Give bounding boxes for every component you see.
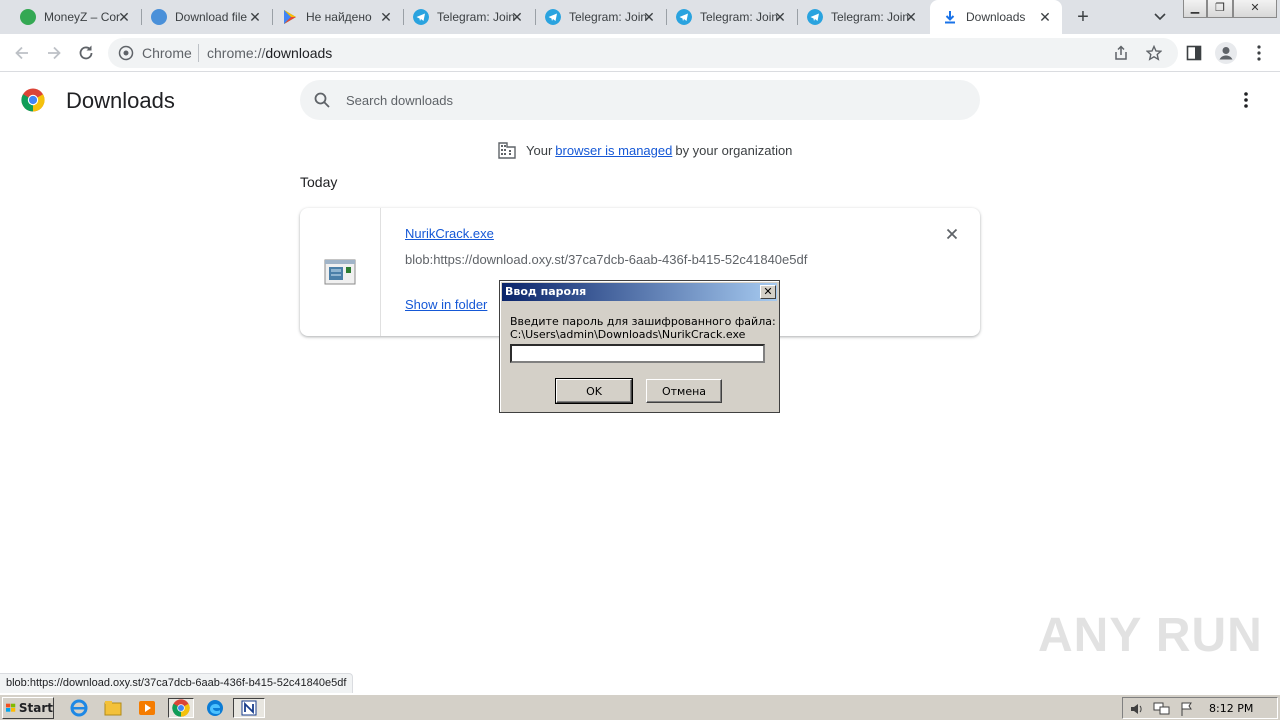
moneyz-icon: [20, 9, 36, 25]
tab-telegram-2[interactable]: Telegram: Join ✕: [525, 0, 666, 34]
download-site-icon: [151, 9, 167, 25]
search-downloads-box[interactable]: [300, 80, 980, 120]
telegram-icon: [545, 9, 561, 25]
tab-title: MoneyZ – Cor: [44, 10, 121, 24]
managed-suffix: by your organization: [675, 142, 793, 158]
internet-explorer-icon[interactable]: [68, 698, 90, 718]
managed-notice: Your browser is managed by your organiza…: [498, 141, 792, 159]
chrome-taskbar-icon: [172, 699, 190, 717]
volume-icon[interactable]: [1129, 701, 1145, 717]
site-label: Chrome: [142, 45, 192, 61]
close-window-button[interactable]: ✕: [1233, 0, 1277, 18]
side-panel-icon[interactable]: [1186, 45, 1202, 61]
file-icon-column: [300, 208, 381, 336]
browser-toolbar: Chrome chrome://downloads: [0, 34, 1280, 72]
system-tray: 8:12 PM: [1122, 697, 1278, 719]
telegram-icon: [807, 9, 823, 25]
tab-close-icon[interactable]: ✕: [642, 10, 656, 24]
file-explorer-icon[interactable]: [102, 698, 124, 718]
tab-download-file[interactable]: Download file ✕: [131, 0, 272, 34]
action-center-flag-icon[interactable]: [1179, 701, 1195, 717]
date-section-heading: Today: [300, 174, 338, 190]
link-status-bubble: blob:https://download.oxy.st/37ca7dcb-6a…: [0, 673, 354, 693]
minimize-button[interactable]: ▁: [1183, 0, 1207, 18]
dialog-message: Введите пароль для зашифрованного файла:…: [510, 315, 776, 341]
reload-icon[interactable]: [76, 43, 96, 63]
tab-strip: MoneyZ – Cor ✕ Download file ✕ Не найден…: [0, 0, 1280, 34]
dialog-message-line1: Введите пароль для зашифрованного файла:: [510, 315, 776, 328]
password-input[interactable]: [510, 344, 765, 363]
tab-close-icon[interactable]: ✕: [904, 10, 918, 24]
anyrun-watermark: ANY RUN: [1038, 609, 1263, 662]
edge-icon[interactable]: [204, 698, 226, 718]
media-player-icon[interactable]: [136, 698, 158, 718]
tab-title: Не найдено: [306, 10, 372, 24]
tab-close-icon[interactable]: ✕: [248, 10, 262, 24]
windows-taskbar: Start 8:12 PM: [0, 694, 1280, 720]
start-button[interactable]: Start: [2, 697, 54, 719]
browser-managed-link[interactable]: browser is managed: [555, 143, 672, 158]
taskbar-password-app-button[interactable]: [233, 698, 265, 718]
tab-close-icon[interactable]: ✕: [1038, 10, 1052, 24]
remove-download-icon[interactable]: [944, 226, 960, 242]
password-dialog: Ввод пароля ✕ Введите пароль для зашифро…: [499, 280, 780, 413]
search-icon: [314, 92, 330, 108]
tab-downloads[interactable]: Downloads ✕: [930, 0, 1062, 34]
more-actions-icon[interactable]: [1238, 90, 1254, 110]
ok-button[interactable]: OK: [555, 378, 633, 404]
managed-prefix: Your: [526, 142, 553, 158]
tab-close-icon[interactable]: ✕: [379, 10, 393, 24]
dialog-message-line2: C:\Users\admin\Downloads\NurikCrack.exe: [510, 328, 746, 341]
search-input[interactable]: [346, 90, 946, 110]
tab-telegram-4[interactable]: Telegram: Join ✕: [787, 0, 928, 34]
tab-telegram-3[interactable]: Telegram: Join ✕: [656, 0, 797, 34]
network-icon[interactable]: [1153, 701, 1171, 717]
forward-arrow-icon[interactable]: [44, 43, 64, 63]
tab-title: Telegram: Join: [700, 10, 778, 24]
dialog-titlebar[interactable]: Ввод пароля ✕: [502, 283, 777, 301]
windows-flag-icon: [6, 703, 16, 712]
tab-close-icon[interactable]: ✕: [117, 10, 131, 24]
tab-title: Telegram: Join: [831, 10, 909, 24]
back-arrow-icon[interactable]: [12, 43, 32, 63]
tab-close-icon[interactable]: ✕: [773, 10, 787, 24]
tab-title: Telegram: Join: [569, 10, 647, 24]
profile-avatar-icon[interactable]: [1214, 41, 1238, 65]
cancel-button[interactable]: Отмена: [646, 379, 722, 403]
page-title: Downloads: [66, 88, 175, 113]
start-label: Start: [18, 701, 53, 715]
chrome-menu-icon[interactable]: [1251, 44, 1267, 62]
bookmark-star-icon[interactable]: [1146, 45, 1162, 61]
share-icon[interactable]: [1113, 45, 1129, 61]
tab-moneyz[interactable]: MoneyZ – Cor ✕: [0, 0, 141, 34]
chrome-logo-icon: [21, 88, 45, 112]
download-filename-link[interactable]: NurikCrack.exe: [405, 226, 494, 241]
address-bar[interactable]: Chrome chrome://downloads: [108, 38, 1178, 68]
telegram-icon: [676, 9, 692, 25]
new-tab-icon[interactable]: +: [1073, 7, 1093, 27]
archive-app-icon: [241, 700, 257, 716]
omnibox-divider: [198, 44, 199, 62]
building-icon: [498, 142, 516, 159]
show-in-folder-link[interactable]: Show in folder: [405, 297, 487, 312]
taskbar-clock[interactable]: 8:12 PM: [1209, 702, 1253, 715]
tab-search-chevron-icon[interactable]: [1151, 9, 1169, 25]
tab-not-found[interactable]: Не найдено ✕: [262, 0, 403, 34]
exe-file-icon: [324, 259, 356, 285]
tab-title: Telegram: Join: [437, 10, 515, 24]
download-icon: [945, 11, 955, 24]
tab-title: Download file: [175, 10, 248, 24]
taskbar-chrome-button[interactable]: [168, 698, 194, 718]
telegram-icon: [413, 9, 429, 25]
url-text[interactable]: chrome://downloads: [207, 45, 332, 61]
tab-title: Downloads: [966, 10, 1026, 24]
dialog-close-button[interactable]: ✕: [760, 285, 776, 299]
tab-telegram-1[interactable]: Telegram: Join ✕: [393, 0, 534, 34]
google-play-icon: [284, 10, 296, 24]
chrome-page-icon: [118, 45, 134, 61]
restore-button[interactable]: ❐: [1207, 0, 1233, 18]
dialog-title: Ввод пароля: [505, 285, 587, 298]
tab-close-icon[interactable]: ✕: [510, 10, 524, 24]
download-source-url: blob:https://download.oxy.st/37ca7dcb-6a…: [405, 252, 808, 267]
